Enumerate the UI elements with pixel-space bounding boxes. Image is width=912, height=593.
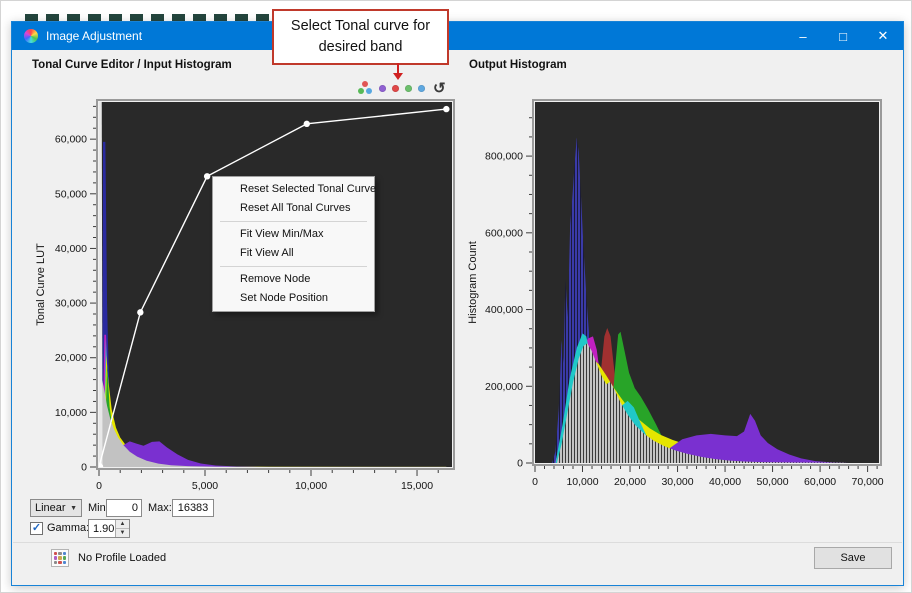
- y-tick-label: 400,000: [485, 304, 523, 316]
- x-tick-label: 5,000: [192, 480, 218, 492]
- checkmark-icon: ✓: [32, 523, 41, 534]
- spin-down-icon[interactable]: ▼: [116, 529, 129, 537]
- min-input[interactable]: [106, 499, 142, 517]
- callout-line1: Select Tonal curve for: [274, 16, 447, 37]
- gamma-value: 1.90: [89, 520, 115, 537]
- curve-node[interactable]: [443, 106, 449, 112]
- profile-grid-icon[interactable]: [51, 549, 69, 567]
- spin-up-icon[interactable]: ▲: [116, 520, 129, 529]
- callout-line2: desired band: [274, 37, 447, 58]
- menu-item-remove-node[interactable]: Remove Node: [213, 270, 374, 289]
- annotation-callout: Select Tonal curve for desired band: [272, 9, 449, 65]
- x-tick-label: 0: [532, 476, 538, 488]
- y-tick-label: 50,000: [55, 188, 87, 200]
- y-tick-label: 20,000: [55, 352, 87, 364]
- chevron-down-icon: ▼: [70, 505, 77, 512]
- menu-item-set-node-position[interactable]: Set Node Position: [213, 289, 374, 308]
- menu-item-fit-view-min-max[interactable]: Fit View Min/Max: [213, 225, 374, 244]
- x-tick-label: 50,000: [757, 476, 789, 488]
- curve-node[interactable]: [137, 309, 143, 315]
- max-label: Max:: [148, 502, 172, 514]
- minimize-button[interactable]: –: [783, 22, 823, 50]
- y-tick-label: 600,000: [485, 227, 523, 239]
- save-button[interactable]: Save: [814, 547, 892, 569]
- x-tick-label: 30,000: [661, 476, 693, 488]
- maximize-button[interactable]: □: [823, 22, 863, 50]
- window-title: Image Adjustment: [46, 29, 142, 43]
- y-tick-label: 30,000: [55, 298, 87, 310]
- menu-separator: [220, 221, 367, 222]
- curve-node[interactable]: [204, 173, 210, 179]
- curve-context-menu: Reset Selected Tonal CurveReset All Tona…: [212, 176, 375, 312]
- x-tick-label: 70,000: [852, 476, 884, 488]
- menu-item-fit-view-all[interactable]: Fit View All: [213, 244, 374, 263]
- x-tick-label: 15,000: [401, 480, 433, 492]
- y-tick-label: 200,000: [485, 381, 523, 393]
- app-color-wheel-icon: [24, 29, 38, 43]
- title-bar[interactable]: Image Adjustment – □ ✕: [12, 22, 903, 50]
- y-tick-label: 10,000: [55, 407, 87, 419]
- output-histogram-chart[interactable]: 0 10,000 20,000 30,000 40,000 50,000 60,000 70,…: [464, 70, 906, 500]
- scale-dropdown-value: Linear: [35, 502, 66, 514]
- max-input[interactable]: [172, 499, 214, 517]
- y-tick-label: 60,000: [55, 134, 87, 146]
- gamma-spinner[interactable]: 1.90 ▲ ▼: [88, 519, 130, 538]
- scale-dropdown[interactable]: Linear ▼: [30, 499, 82, 517]
- close-button[interactable]: ✕: [863, 22, 903, 50]
- y-tick-label: 0: [81, 462, 87, 474]
- image-adjustment-dialog: Image Adjustment – □ ✕ Tonal Curve Edito…: [11, 21, 904, 586]
- menu-item-reset-all-tonal-curves[interactable]: Reset All Tonal Curves: [213, 199, 374, 218]
- y-axis-title: Tonal Curve LUT: [35, 243, 47, 326]
- screenshot-canvas: Image Adjustment – □ ✕ Tonal Curve Edito…: [0, 0, 912, 593]
- x-tick-label: 10,000: [566, 476, 598, 488]
- gamma-checkbox[interactable]: ✓: [30, 522, 43, 535]
- gamma-label: Gamma:: [47, 522, 89, 534]
- y-tick-label: 0: [517, 458, 523, 470]
- x-tick-label: 20,000: [614, 476, 646, 488]
- callout-arrowhead-icon: [393, 73, 403, 80]
- x-tick-label: 60,000: [804, 476, 836, 488]
- x-tick-label: 0: [96, 480, 102, 492]
- status-message: No Profile Loaded: [78, 552, 166, 564]
- y-tick-label: 40,000: [55, 243, 87, 255]
- menu-separator: [220, 266, 367, 267]
- statusbar-divider: [13, 542, 902, 543]
- y-tick-label: 800,000: [485, 151, 523, 163]
- curve-node[interactable]: [304, 121, 310, 127]
- x-tick-label: 10,000: [295, 480, 327, 492]
- menu-item-reset-selected-tonal-curve[interactable]: Reset Selected Tonal Curve: [213, 180, 374, 199]
- y-axis-title: Histogram Count: [467, 241, 479, 324]
- background-window-artifact: [25, 14, 271, 21]
- x-tick-label: 40,000: [709, 476, 741, 488]
